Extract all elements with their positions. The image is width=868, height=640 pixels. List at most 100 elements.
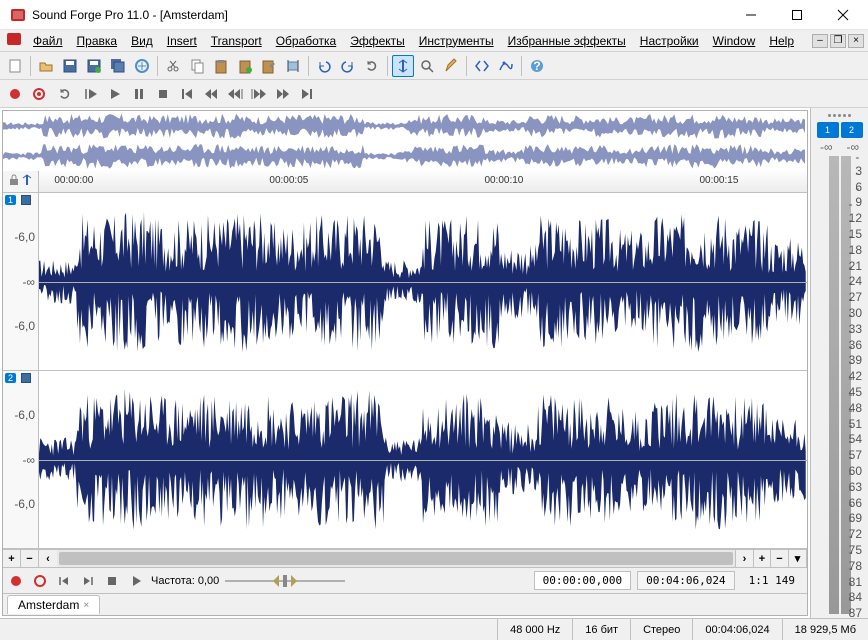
undo-button[interactable] bbox=[313, 55, 335, 77]
menu-tools[interactable]: Инструменты bbox=[412, 32, 501, 50]
channel-1-collapse[interactable] bbox=[21, 195, 31, 205]
go-end-button[interactable] bbox=[296, 83, 318, 105]
tool-edit-button[interactable] bbox=[392, 55, 414, 77]
menu-view[interactable]: Вид bbox=[124, 32, 160, 50]
zoom-menu-button[interactable]: ▾ bbox=[789, 550, 807, 567]
mini-arm-button[interactable] bbox=[31, 572, 49, 590]
save-all-button[interactable] bbox=[107, 55, 129, 77]
go-start-button[interactable] bbox=[176, 83, 198, 105]
play-all-button[interactable] bbox=[80, 83, 102, 105]
paste-new-button[interactable] bbox=[234, 55, 256, 77]
status-sample-rate[interactable]: 48 000 Hz bbox=[498, 619, 573, 640]
channel-1-tag[interactable]: 1 bbox=[5, 195, 16, 205]
mini-go-start-button[interactable] bbox=[55, 572, 73, 590]
maximize-button[interactable] bbox=[774, 0, 820, 29]
channel-2-waveform[interactable] bbox=[39, 371, 807, 548]
status-bar: 48 000 Hz 16 бит Стерео 00:04:06,024 18 … bbox=[0, 618, 868, 640]
menu-process[interactable]: Обработка bbox=[269, 32, 344, 50]
hzoom-out-button[interactable]: − bbox=[771, 550, 789, 567]
status-length[interactable]: 00:04:06,024 bbox=[693, 619, 782, 640]
time-ruler[interactable]: 00:00:00 00:00:05 00:00:10 00:00:15 bbox=[39, 171, 807, 192]
rewind-button[interactable] bbox=[200, 83, 222, 105]
mini-play-button[interactable] bbox=[127, 572, 145, 590]
channel-2: 2 -6,0 -∞ -6,0 bbox=[3, 371, 807, 549]
menu-options[interactable]: Настройки bbox=[633, 32, 706, 50]
cut-button[interactable] bbox=[162, 55, 184, 77]
close-button[interactable] bbox=[820, 0, 866, 29]
menu-transport[interactable]: Transport bbox=[204, 32, 269, 50]
stop-button[interactable] bbox=[152, 83, 174, 105]
overview-pane[interactable] bbox=[3, 111, 807, 171]
tab-close-icon[interactable]: × bbox=[83, 600, 89, 611]
mix-button[interactable] bbox=[258, 55, 280, 77]
mini-stop-button[interactable] bbox=[103, 572, 121, 590]
new-button[interactable] bbox=[4, 55, 26, 77]
menu-effects[interactable]: Эффекты bbox=[343, 32, 412, 50]
publish-button[interactable] bbox=[131, 55, 153, 77]
mdi-minimize-button[interactable]: – bbox=[812, 34, 828, 48]
ylabel: -6,0 bbox=[14, 408, 35, 422]
app-menu-icon[interactable] bbox=[6, 31, 22, 50]
channel-2-tag[interactable]: 2 bbox=[5, 373, 16, 383]
pause-button[interactable] bbox=[128, 83, 150, 105]
channel-1-waveform[interactable] bbox=[39, 193, 807, 370]
mdi-restore-button[interactable]: ❐ bbox=[830, 34, 846, 48]
timecode-start[interactable]: 00:00:00,000 bbox=[534, 571, 631, 590]
mdi-close-button[interactable]: × bbox=[848, 34, 864, 48]
scrub-slider[interactable] bbox=[225, 573, 345, 589]
editor-area: 00:00:00 00:00:05 00:00:10 00:00:15 1 -6… bbox=[2, 110, 808, 616]
tool-magnify-button[interactable] bbox=[416, 55, 438, 77]
zoom-ratio[interactable]: 1:1 149 bbox=[741, 572, 803, 589]
meter-panel: 1 2 -∞ -∞ - 3- 6- 9- 12- 15- 18- 21- 24-… bbox=[810, 108, 868, 618]
copy-button[interactable] bbox=[186, 55, 208, 77]
overview-waveform-ch2 bbox=[3, 141, 807, 171]
open-button[interactable] bbox=[35, 55, 57, 77]
tab-amsterdam[interactable]: Amsterdam × bbox=[7, 595, 100, 614]
mini-go-end-button[interactable] bbox=[79, 572, 97, 590]
play-button[interactable] bbox=[104, 83, 126, 105]
paste-button[interactable] bbox=[210, 55, 232, 77]
snap-icon[interactable] bbox=[21, 174, 33, 189]
meter-grip[interactable] bbox=[813, 110, 866, 120]
minimize-button[interactable] bbox=[728, 0, 774, 29]
redo-button[interactable] bbox=[337, 55, 359, 77]
vu-meters[interactable]: - 3- 6- 9- 12- 15- 18- 21- 24- 27- 30- 3… bbox=[815, 156, 864, 614]
channel-2-collapse[interactable] bbox=[21, 373, 31, 383]
menu-edit[interactable]: Правка bbox=[70, 32, 125, 50]
timecode-end[interactable]: 00:04:06,024 bbox=[637, 571, 734, 590]
vzoom-out-button[interactable]: − bbox=[21, 550, 39, 567]
skip-fwd-button[interactable] bbox=[248, 83, 270, 105]
meter-ch1-button[interactable]: 1 bbox=[817, 122, 839, 138]
skip-back-button[interactable] bbox=[224, 83, 246, 105]
scroll-left-button[interactable]: ‹ bbox=[39, 550, 57, 567]
save-button[interactable] bbox=[59, 55, 81, 77]
status-bit-depth[interactable]: 16 бит bbox=[573, 619, 631, 640]
menu-window[interactable]: Window bbox=[706, 32, 763, 50]
title-bar: Sound Forge Pro 11.0 - [Amsterdam] bbox=[0, 0, 868, 30]
tool-event-button[interactable] bbox=[471, 55, 493, 77]
record-button[interactable] bbox=[4, 83, 26, 105]
menu-file[interactable]: Файл bbox=[26, 32, 70, 50]
meter-ch2-button[interactable]: 2 bbox=[841, 122, 863, 138]
ylabel: -∞ bbox=[22, 275, 35, 289]
scroll-right-button[interactable]: › bbox=[735, 550, 753, 567]
tool-pencil-button[interactable] bbox=[440, 55, 462, 77]
menu-favorites[interactable]: Избранные эффекты bbox=[501, 32, 633, 50]
lock-icon[interactable] bbox=[9, 174, 19, 189]
overview-waveform-ch1 bbox=[3, 111, 807, 141]
save-as-button[interactable] bbox=[83, 55, 105, 77]
trim-button[interactable] bbox=[282, 55, 304, 77]
vzoom-in-button[interactable]: + bbox=[3, 550, 21, 567]
repeat-button[interactable] bbox=[361, 55, 383, 77]
hscrollbar[interactable] bbox=[57, 550, 735, 567]
hzoom-in-button[interactable]: + bbox=[753, 550, 771, 567]
menu-insert[interactable]: Insert bbox=[160, 32, 204, 50]
help-context-button[interactable]: ? bbox=[526, 55, 548, 77]
status-channels[interactable]: Стерео bbox=[631, 619, 693, 640]
menu-help[interactable]: Help bbox=[762, 32, 801, 50]
tool-envelope-button[interactable] bbox=[495, 55, 517, 77]
forward-button[interactable] bbox=[272, 83, 294, 105]
loop-button[interactable] bbox=[54, 83, 76, 105]
arm-record-button[interactable] bbox=[28, 83, 50, 105]
mini-record-button[interactable] bbox=[7, 572, 25, 590]
